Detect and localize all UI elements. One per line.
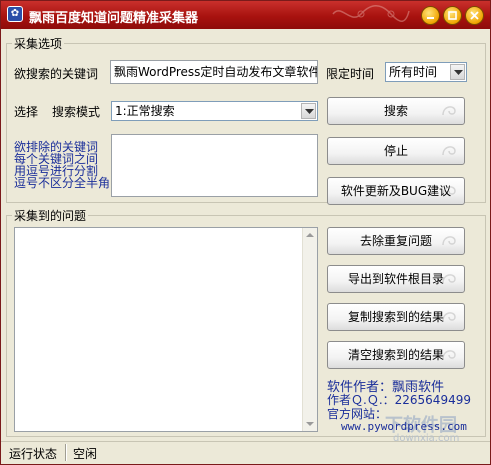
stop-button-label: 停止 — [383, 144, 408, 158]
maximize-button[interactable] — [443, 6, 462, 25]
mode-select-arrow[interactable] — [301, 103, 316, 119]
close-icon — [470, 11, 479, 20]
keyword-label: 欲搜索的关键词 — [14, 67, 99, 81]
app-icon: ✿ — [7, 6, 23, 22]
clear-results-button[interactable]: 清空搜索到的结果 — [327, 341, 465, 369]
close-button[interactable] — [465, 6, 484, 25]
status-value: 空闲 — [73, 447, 98, 461]
swirl-decor-icon — [442, 312, 456, 322]
export-button-label: 导出到软件根目录 — [347, 272, 444, 286]
mode-select-value: 1:正常搜索 — [115, 104, 175, 118]
exclude-keywords-textarea[interactable] — [111, 134, 318, 197]
results-scrollbar[interactable] — [302, 228, 317, 431]
maximize-icon — [448, 11, 457, 20]
mode-prefix-label: 选择 — [14, 105, 39, 119]
minimize-button[interactable] — [421, 6, 440, 25]
dedupe-button[interactable]: 去除重复问题 — [327, 227, 465, 255]
status-label: 运行状态 — [9, 447, 58, 461]
chevron-down-icon — [305, 109, 314, 114]
results-textarea[interactable] — [14, 227, 318, 432]
decorative-swirl-icon — [332, 5, 410, 22]
results-group-label: 采集到的问题 — [12, 207, 89, 224]
window-title: 飘雨百度知道问题精准采集器 — [29, 11, 199, 26]
update-feedback-button-label: 软件更新及BUG建议 — [340, 184, 452, 198]
copy-results-button-label: 复制搜索到的结果 — [347, 310, 444, 324]
site-link[interactable]: www.pywordpress.com — [341, 420, 467, 433]
swirl-decor-icon — [442, 106, 456, 116]
scroll-up-icon[interactable] — [303, 228, 317, 242]
dedupe-button-label: 去除重复问题 — [359, 234, 432, 248]
options-group-label: 采集选项 — [12, 35, 65, 52]
status-separator — [65, 444, 67, 461]
swirl-decor-icon — [442, 274, 456, 284]
swirl-decor-icon — [442, 146, 456, 156]
time-select-value: 所有时间 — [389, 65, 438, 79]
minimize-icon — [427, 17, 434, 19]
time-select[interactable]: 所有时间 — [385, 62, 467, 82]
swirl-decor-icon — [442, 186, 456, 196]
exclude-hint: 欲排除的关键词 每个关键词之间 用逗号进行分割 逗号不区分全半角 — [14, 141, 110, 189]
app-window: ✿ 飘雨百度知道问题精准采集器 采集选项 欲搜索的关键词 飘雨WordPress… — [0, 0, 491, 465]
search-button-label: 搜索 — [383, 104, 408, 118]
time-select-arrow[interactable] — [450, 64, 465, 80]
time-label: 限定时间 — [326, 67, 375, 81]
swirl-decor-icon — [442, 350, 456, 360]
exclude-hint-line: 逗号不区分全半角 — [14, 176, 111, 190]
export-button[interactable]: 导出到软件根目录 — [327, 265, 465, 293]
clear-results-button-label: 清空搜索到的结果 — [347, 348, 444, 362]
swirl-decor-icon — [442, 236, 456, 246]
copy-results-button[interactable]: 复制搜索到的结果 — [327, 303, 465, 331]
keyword-input[interactable]: 飘雨WordPress定时自动发布文章软件 — [110, 60, 318, 84]
search-button[interactable]: 搜索 — [327, 97, 465, 125]
mode-select[interactable]: 1:正常搜索 — [111, 101, 318, 121]
status-bar: 运行状态 空闲 — [1, 441, 490, 464]
stop-button[interactable]: 停止 — [327, 137, 465, 165]
update-feedback-button[interactable]: 软件更新及BUG建议 — [327, 177, 465, 205]
mode-label: 搜索模式 — [52, 105, 101, 119]
chevron-down-icon — [454, 70, 463, 75]
title-bar[interactable]: ✿ 飘雨百度知道问题精准采集器 — [1, 1, 490, 29]
scroll-down-icon[interactable] — [303, 417, 317, 431]
